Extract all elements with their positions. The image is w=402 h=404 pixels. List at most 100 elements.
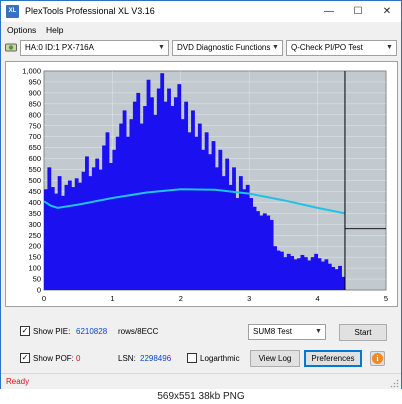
x-tick-label: 5 xyxy=(384,294,388,303)
y-tick-label: 800 xyxy=(28,110,41,119)
function-select-value: DVD Diagnostic Functions xyxy=(177,43,271,52)
maximize-button[interactable]: ☐ xyxy=(344,1,372,22)
test-mode-select[interactable]: SUM8 Test ▼ xyxy=(248,324,326,340)
chart-panel: 0 50 100 150 200 250 300 350 400 450 500 550 600 650 7… xyxy=(5,61,398,307)
bar xyxy=(266,215,271,290)
view-log-button[interactable]: View Log xyxy=(250,350,300,367)
bar xyxy=(71,187,76,290)
show-pof-checkbox[interactable]: ✓ xyxy=(20,353,30,363)
bar xyxy=(303,257,308,290)
bar xyxy=(146,79,151,290)
test-select-value: Q-Check PI/PO Test xyxy=(291,43,363,52)
info-button[interactable]: i xyxy=(370,351,385,366)
bar xyxy=(191,110,195,290)
y-tick-label: 50 xyxy=(33,275,41,284)
image-caption: 569x551 38kb PNG xyxy=(0,389,402,404)
bar xyxy=(91,167,96,290)
y-tick-label: 850 xyxy=(28,99,41,108)
bar xyxy=(74,178,79,290)
info-icon: i xyxy=(372,353,383,364)
bar xyxy=(143,106,147,290)
bar xyxy=(211,141,216,290)
show-pie-label: Show PIE: xyxy=(33,327,71,336)
control-panel: ✓ Show PIE: 6210828 rows/8ECC SUM8 Test … xyxy=(1,317,401,373)
y-tick-label: 100 xyxy=(28,264,41,273)
y-tick-label: 300 xyxy=(28,220,41,229)
bar xyxy=(228,184,233,290)
bar xyxy=(132,101,137,290)
function-select[interactable]: DVD Diagnostic Functions ▼ xyxy=(172,40,283,56)
preferences-button[interactable]: Preferences xyxy=(304,350,362,367)
bar xyxy=(256,211,260,290)
bar xyxy=(126,136,130,290)
x-tick-label: 2 xyxy=(179,294,183,303)
bar xyxy=(170,106,175,290)
bar xyxy=(112,149,117,290)
bar xyxy=(331,267,336,290)
bar xyxy=(129,119,134,291)
bar xyxy=(215,167,219,290)
x-tick-label: 0 xyxy=(42,294,46,303)
y-tick-label: 900 xyxy=(28,88,41,97)
y-tick-label: 600 xyxy=(28,154,41,163)
bar xyxy=(88,176,93,290)
close-button[interactable]: ✕ xyxy=(373,1,401,22)
bar xyxy=(334,269,339,290)
bar xyxy=(119,123,124,290)
toolbar: HA:0 ID:1 PX-716A ▼ DVD Diagnostic Funct… xyxy=(1,37,401,59)
bar xyxy=(324,259,329,290)
app-window: XL PlexTools Professional XL V3.16 — ☐ ✕… xyxy=(0,0,402,389)
bar xyxy=(286,253,291,290)
menu-help[interactable]: Help xyxy=(46,25,63,35)
bar xyxy=(235,198,240,290)
bar xyxy=(225,158,230,290)
menu-options[interactable]: Options xyxy=(7,25,36,35)
bar xyxy=(85,156,89,290)
bar xyxy=(122,110,127,290)
start-button[interactable]: Start xyxy=(339,324,387,341)
bar xyxy=(310,257,315,290)
pie-unit: rows/8ECC xyxy=(118,327,159,336)
bar xyxy=(317,258,322,290)
bar xyxy=(297,258,301,290)
y-tick-label: 550 xyxy=(28,165,41,174)
drive-icon xyxy=(5,43,17,52)
bar xyxy=(105,132,110,290)
drive-select[interactable]: HA:0 ID:1 PX-716A ▼ xyxy=(20,40,169,56)
y-tick-label: 250 xyxy=(28,231,41,240)
chevron-down-icon: ▼ xyxy=(315,328,322,335)
show-pie-checkbox[interactable]: ✓ xyxy=(20,326,30,336)
bar xyxy=(139,123,144,290)
bar xyxy=(245,184,250,290)
y-tick-label: 200 xyxy=(28,242,41,251)
bar xyxy=(160,73,165,290)
bar xyxy=(273,246,277,290)
bar xyxy=(314,253,318,290)
bar xyxy=(197,123,202,290)
minimize-button[interactable]: — xyxy=(315,1,343,22)
chevron-down-icon: ▼ xyxy=(272,44,279,51)
bar xyxy=(50,187,55,290)
bar xyxy=(307,260,312,290)
resize-grip-icon[interactable] xyxy=(390,379,399,388)
bar xyxy=(163,101,168,290)
bar xyxy=(269,219,274,290)
bar xyxy=(204,132,209,290)
window-title: PlexTools Professional XL V3.16 xyxy=(25,6,155,16)
bar xyxy=(81,171,86,290)
y-tick-label: 150 xyxy=(28,253,41,262)
test-select[interactable]: Q-Check PI/PO Test ▼ xyxy=(286,40,397,56)
logarithmic-checkbox[interactable] xyxy=(187,353,197,363)
bar xyxy=(95,158,100,290)
bar xyxy=(290,256,295,290)
bar xyxy=(300,254,305,290)
bar xyxy=(338,265,342,290)
y-tick-label: 400 xyxy=(28,198,41,207)
status-bar: Ready xyxy=(1,373,401,389)
y-tick-label: 500 xyxy=(28,176,41,185)
y-tick-label: 650 xyxy=(28,143,41,152)
lsn-label: LSN: xyxy=(118,354,136,363)
y-tick-label: 0 xyxy=(37,286,41,295)
pof-value: 0 xyxy=(76,354,81,363)
pi-po-chart: 0501001502002503003504004505005506006507… xyxy=(22,67,388,304)
